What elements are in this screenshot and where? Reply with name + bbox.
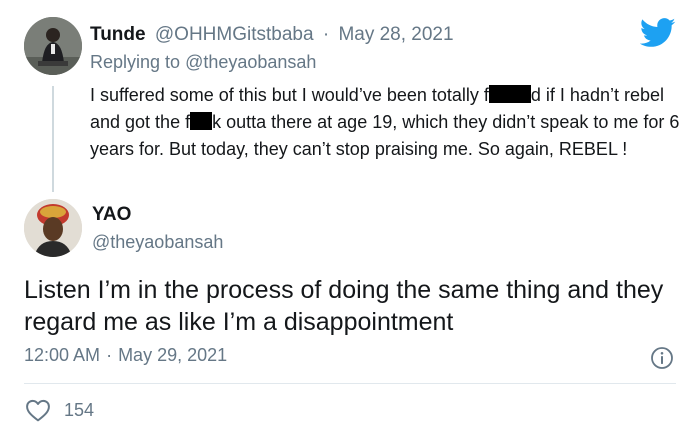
replying-to-line: Replying to @theyaobansah <box>90 52 316 73</box>
redaction-block <box>190 112 213 130</box>
main-handle[interactable]: @theyaobansah <box>92 232 223 253</box>
like-count: 154 <box>64 400 95 420</box>
thread-connector <box>52 86 54 192</box>
twitter-bird-icon[interactable] <box>640 18 676 48</box>
parent-handle[interactable]: @OHHMGitstbaba <box>155 24 314 45</box>
parent-tweet-text: I suffered some of this but I would’ve b… <box>90 82 680 163</box>
divider <box>24 383 676 384</box>
redaction-block <box>488 85 531 103</box>
heart-icon[interactable] <box>24 398 52 422</box>
main-tweet-text: Listen I’m in the process of doing the s… <box>24 276 664 336</box>
avatar-yao[interactable] <box>24 199 82 257</box>
avatar-tunde[interactable] <box>24 17 82 75</box>
parent-text-part1: I suffered some of this but I would’ve b… <box>90 85 489 105</box>
parent-date[interactable]: May 28, 2021 <box>338 24 453 45</box>
tweet-date[interactable]: May 29, 2021 <box>118 345 227 365</box>
info-icon[interactable] <box>650 346 674 370</box>
meta-separator: · <box>106 345 113 365</box>
replying-to-handle[interactable]: @theyaobansah <box>185 52 316 72</box>
header-separator: · <box>322 24 330 45</box>
tweet-meta: 12:00 AM · May 29, 2021 <box>24 345 227 366</box>
tweet-card: Tunde @OHHMGitstbaba · May 28, 2021 Repl… <box>0 0 700 438</box>
replying-label: Replying to <box>90 52 186 72</box>
parent-tweet-header: Tunde @OHHMGitstbaba · May 28, 2021 <box>90 24 454 46</box>
parent-display-name[interactable]: Tunde <box>90 24 146 45</box>
main-display-name[interactable]: YAO <box>92 204 131 226</box>
tweet-time[interactable]: 12:00 AM <box>24 345 100 365</box>
